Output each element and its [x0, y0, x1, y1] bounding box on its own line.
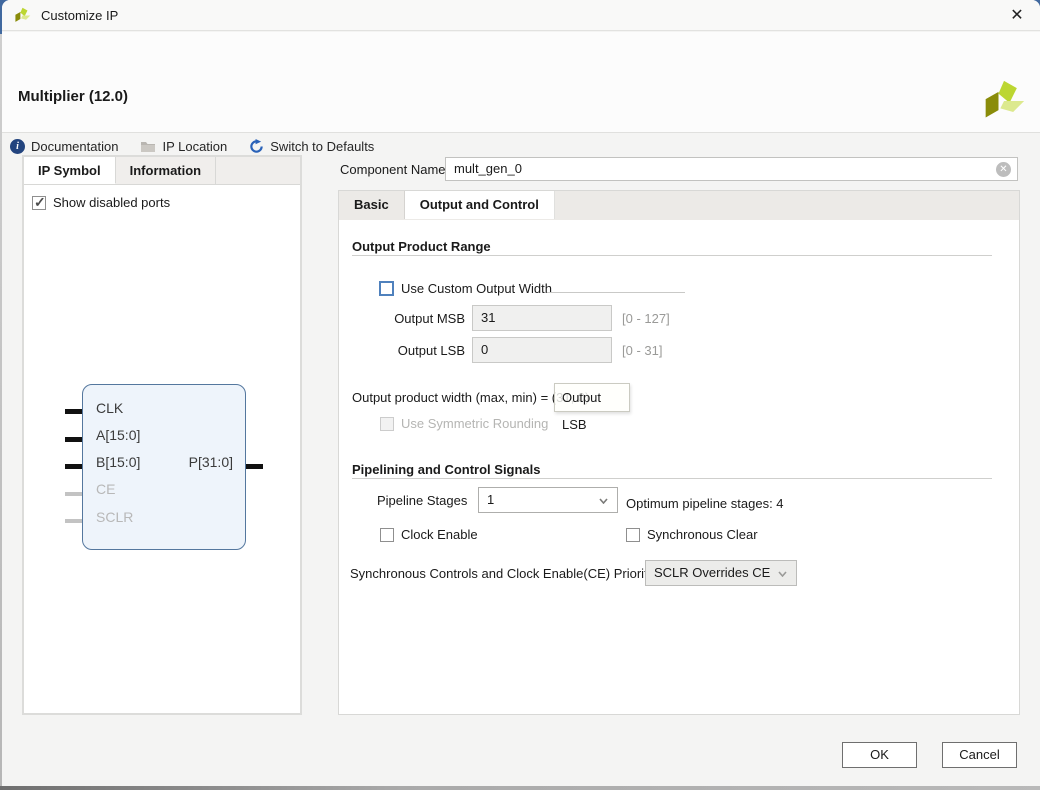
output-msb-input[interactable]: 31 — [472, 305, 612, 331]
title-bar: Customize IP ✕ — [2, 0, 1040, 31]
checkbox-unchecked-icon — [380, 528, 394, 542]
use-custom-output-width-label: Use Custom Output Width — [401, 281, 552, 296]
refresh-icon — [249, 139, 264, 154]
tab-information[interactable]: Information — [116, 157, 217, 184]
use-symmetric-rounding-checkbox: Use Symmetric Rounding — [380, 416, 548, 431]
stub-sclr — [65, 519, 82, 523]
use-symmetric-rounding-label: Use Symmetric Rounding — [401, 416, 548, 431]
tooltip-output-lsb: Output LSB — [554, 383, 630, 412]
tab-basic[interactable]: Basic — [339, 191, 405, 219]
cancel-button[interactable]: Cancel — [942, 742, 1017, 768]
priority-label: Synchronous Controls and Clock Enable(CE… — [350, 566, 654, 581]
sclr-priority-dropdown[interactable]: SCLR Overrides CE — [645, 560, 797, 586]
ip-symbol-panel: IP Symbol Information Show disabled port… — [22, 155, 302, 715]
port-ce: CE — [96, 481, 115, 497]
section-rule-2 — [352, 478, 992, 479]
output-msb-label: Output MSB — [390, 311, 465, 326]
tab-output-and-control[interactable]: Output and Control — [405, 191, 555, 219]
port-sclr: SCLR — [96, 509, 133, 525]
documentation-button[interactable]: i Documentation — [10, 139, 118, 154]
toolbar: i Documentation IP Location Switch to De… — [10, 139, 374, 154]
switch-defaults-label: Switch to Defaults — [270, 139, 374, 154]
checkbox-unchecked-icon — [379, 281, 394, 296]
port-b: B[15:0] — [96, 454, 140, 470]
tab-ip-symbol[interactable]: IP Symbol — [24, 157, 116, 184]
xilinx-logo-large — [982, 78, 1026, 124]
output-lsb-label: Output LSB — [393, 343, 465, 358]
port-a: A[15:0] — [96, 427, 140, 443]
section-rule — [352, 255, 992, 256]
header: Multiplier (12.0) i Documentation IP Loc… — [2, 32, 1040, 133]
component-name-input[interactable]: mult_gen_0 — [445, 157, 1018, 181]
ip-location-button[interactable]: IP Location — [140, 139, 227, 154]
stub-a — [65, 437, 82, 442]
output-lsb-input[interactable]: 0 — [472, 337, 612, 363]
info-icon: i — [10, 139, 25, 154]
output-msb-range: [0 - 127] — [622, 311, 670, 326]
window-title: Customize IP — [41, 8, 118, 23]
use-custom-output-width-checkbox[interactable]: Use Custom Output Width — [379, 281, 552, 296]
folder-icon — [140, 140, 156, 153]
checkbox-unchecked-icon — [626, 528, 640, 542]
xilinx-logo-icon — [14, 7, 31, 24]
close-icon[interactable]: ✕ — [1006, 5, 1028, 27]
ok-button[interactable]: OK — [842, 742, 917, 768]
section-output-product-range: Output Product Range — [352, 239, 491, 254]
sclr-priority-value: SCLR Overrides CE — [654, 565, 770, 580]
show-disabled-ports-checkbox[interactable]: Show disabled ports — [32, 195, 170, 210]
ip-symbol-diagram: CLK A[15:0] B[15:0] CE SCLR P[31:0] — [82, 384, 246, 550]
config-panel: Basic Output and Control — [338, 190, 1020, 715]
customize-ip-dialog: Customize IP ✕ Multiplier (12.0) i Docum… — [2, 0, 1040, 786]
inline-separator — [547, 292, 685, 293]
ip-location-label: IP Location — [162, 139, 227, 154]
stub-ce — [65, 492, 82, 496]
port-clk: CLK — [96, 400, 123, 416]
section-pipelining: Pipelining and Control Signals — [352, 462, 541, 477]
checkbox-disabled-icon — [380, 417, 394, 431]
left-panel-tabs: IP Symbol Information — [24, 157, 300, 185]
synchronous-clear-label: Synchronous Clear — [647, 527, 758, 542]
output-lsb-range: [0 - 31] — [622, 343, 662, 358]
pipeline-stages-dropdown[interactable]: 1 — [478, 487, 618, 513]
component-name-label: Component Name — [340, 162, 446, 177]
documentation-label: Documentation — [31, 139, 118, 154]
config-tabs: Basic Output and Control — [339, 191, 1019, 220]
chevron-down-icon — [778, 571, 787, 577]
switch-defaults-button[interactable]: Switch to Defaults — [249, 139, 374, 154]
stub-clk — [65, 409, 82, 414]
stub-b — [65, 464, 82, 469]
background-edge — [0, 786, 1040, 790]
show-disabled-ports-label: Show disabled ports — [53, 195, 170, 210]
clock-enable-checkbox[interactable]: Clock Enable — [380, 527, 478, 542]
chevron-down-icon — [599, 498, 608, 504]
pipeline-stages-value: 1 — [487, 492, 494, 507]
stub-p — [246, 464, 263, 469]
port-p: P[31:0] — [189, 454, 233, 470]
synchronous-clear-checkbox[interactable]: Synchronous Clear — [626, 527, 758, 542]
checkbox-checked-icon — [32, 196, 46, 210]
page-title: Multiplier (12.0) — [18, 88, 128, 105]
clock-enable-label: Clock Enable — [401, 527, 478, 542]
optimum-stages-text: Optimum pipeline stages: 4 — [626, 496, 784, 511]
pipeline-stages-label: Pipeline Stages — [377, 493, 467, 508]
